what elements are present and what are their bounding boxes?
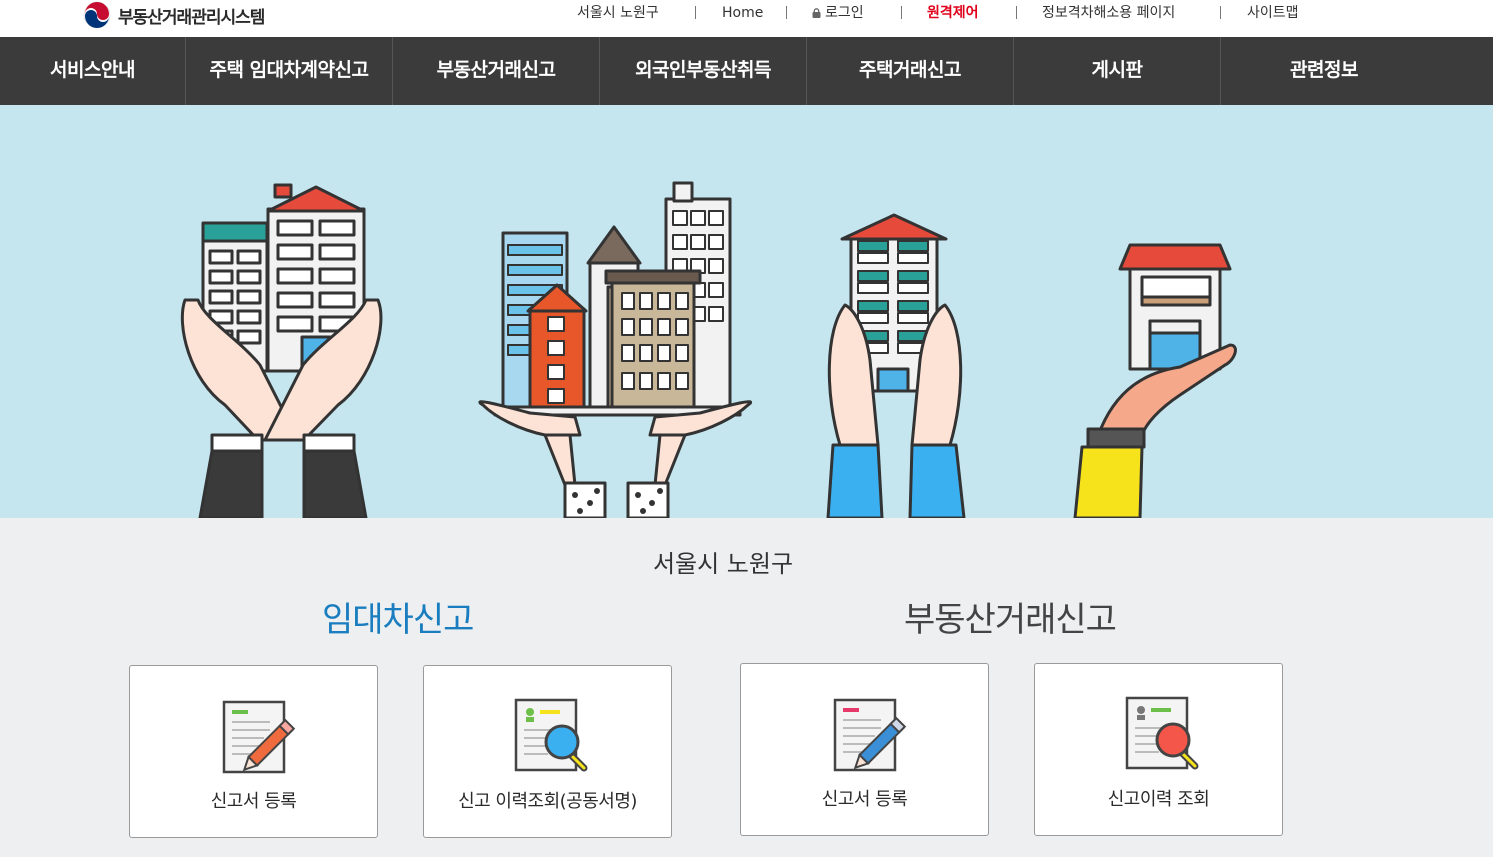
lock-icon xyxy=(812,8,821,18)
document-pencil-icon xyxy=(222,700,296,774)
region-link[interactable]: 서울시 노원구 xyxy=(577,3,659,23)
nav-item-real-estate-report[interactable]: 부동산거래신고 xyxy=(393,37,599,105)
hero-illustration xyxy=(180,181,1237,518)
logo-text: 부동산거래관리시스템 xyxy=(118,7,265,28)
document-pencil-icon xyxy=(833,698,907,772)
trade-history-label: 신고이력 조회 xyxy=(1107,789,1210,810)
lease-history-label: 신고 이력조회(공동서명) xyxy=(458,791,637,812)
nav-item-related-info[interactable]: 관련정보 xyxy=(1221,37,1427,105)
document-search-icon xyxy=(514,698,588,772)
utility-bar: 부동산거래관리시스템 서울시 노원구 Home 로그인 원격제어 정보격차해소용… xyxy=(0,0,1493,37)
hands-holding-apartments-illustration xyxy=(180,183,383,518)
nav-item-housing-trade[interactable]: 주택거래신고 xyxy=(807,37,1013,105)
nav-item-lease-report[interactable]: 주택 임대차계약신고 xyxy=(186,37,392,105)
login-link[interactable]: 로그인 xyxy=(812,3,864,23)
lease-section-title: 임대차신고 xyxy=(322,600,474,640)
main-content: 서울시 노원구 임대차신고 부동산거래신고 신고서 등록 신고 이력조회(공동서… xyxy=(0,518,1493,857)
separator xyxy=(695,6,696,19)
remote-control-link[interactable]: 원격제어 xyxy=(927,3,979,23)
hands-holding-city-illustration xyxy=(478,181,753,518)
separator xyxy=(786,6,787,19)
region-title: 서울시 노원구 xyxy=(652,550,794,578)
sitemap-link[interactable]: 사이트맵 xyxy=(1247,3,1299,23)
trade-register-label: 신고서 등록 xyxy=(821,789,908,810)
trade-history-card[interactable]: 신고이력 조회 xyxy=(1034,663,1283,836)
separator xyxy=(901,6,902,19)
home-link[interactable]: Home xyxy=(722,3,763,23)
nav-item-foreigner-acquisition[interactable]: 외국인부동산취득 xyxy=(600,37,806,105)
hands-holding-villa-illustration xyxy=(826,213,966,518)
separator xyxy=(1220,6,1221,19)
hand-holding-house-illustration xyxy=(1073,243,1237,518)
hero-banner xyxy=(0,105,1493,518)
trade-section-title: 부동산거래신고 xyxy=(904,600,1117,640)
trade-register-card[interactable]: 신고서 등록 xyxy=(740,663,989,836)
lease-register-label: 신고서 등록 xyxy=(210,791,297,812)
nav-item-service-guide[interactable]: 서비스안내 xyxy=(0,37,185,105)
lease-history-card[interactable]: 신고 이력조회(공동서명) xyxy=(423,665,672,838)
main-navigation: 서비스안내 주택 임대차계약신고 부동산거래신고 외국인부동산취득 주택거래신고… xyxy=(0,37,1493,105)
nav-item-board[interactable]: 게시판 xyxy=(1014,37,1220,105)
accessibility-page-link[interactable]: 정보격차해소용 페이지 xyxy=(1042,3,1175,23)
lease-register-card[interactable]: 신고서 등록 xyxy=(129,665,378,838)
login-label: 로그인 xyxy=(825,5,864,21)
document-search-icon xyxy=(1125,696,1199,770)
site-logo[interactable]: 부동산거래관리시스템 xyxy=(82,1,265,29)
separator xyxy=(1016,6,1017,19)
taegeuk-logo-icon xyxy=(83,1,111,29)
